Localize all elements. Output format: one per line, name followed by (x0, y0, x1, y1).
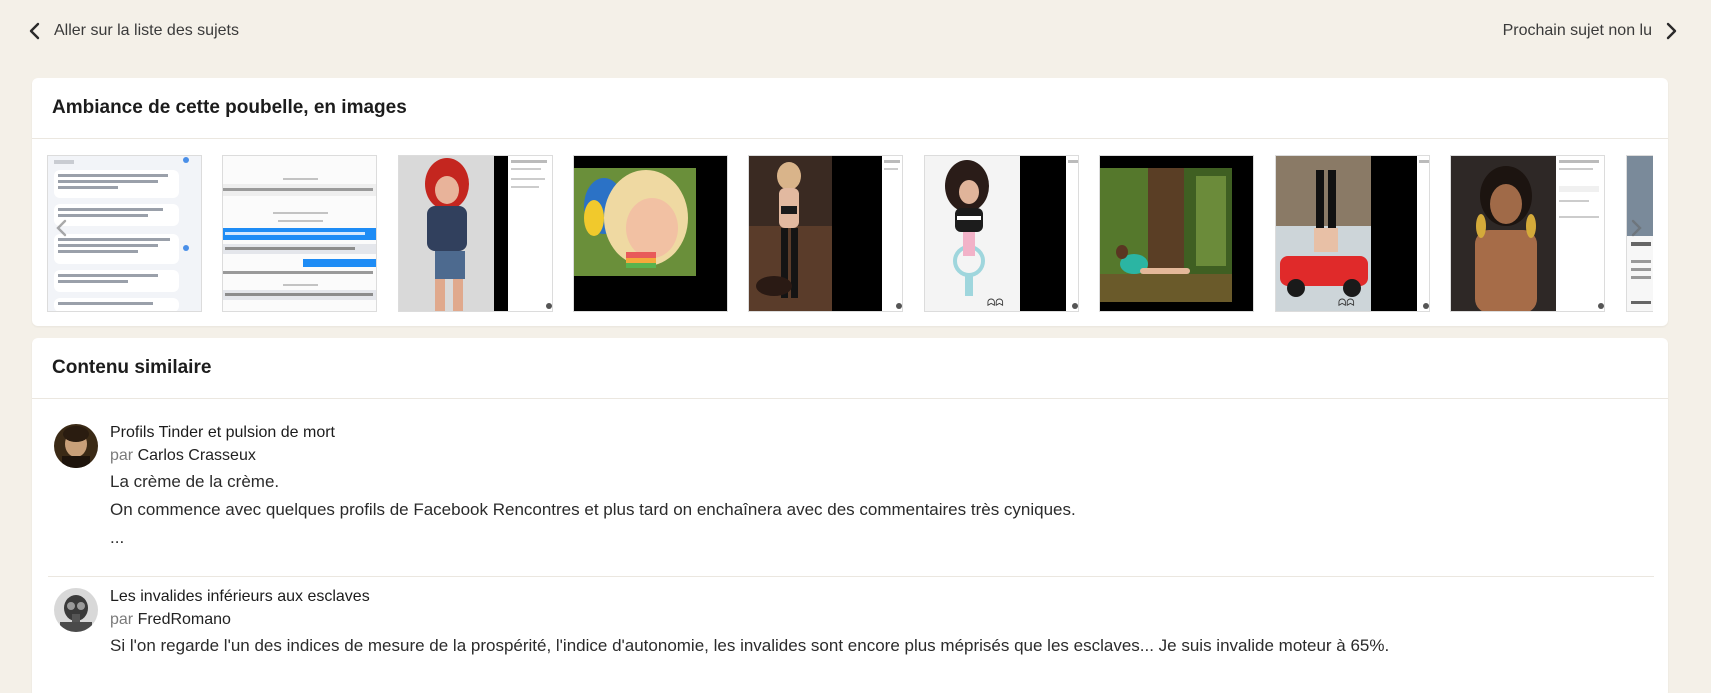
similar-title: Contenu similaire (52, 357, 212, 378)
messenger-screenshot-image (223, 156, 376, 311)
chevron-right-icon (1666, 22, 1678, 40)
similar-item-byline: par FredRomano (110, 608, 1654, 632)
excerpt-line: La crème de la crème. (110, 472, 280, 491)
gallery-strip: ᗣᗣ ᗣᗣ (47, 155, 1653, 312)
bicycle-photo-image: ᗣᗣ (925, 156, 1078, 311)
next-unread-topic-link[interactable]: Prochain sujet non lu (1503, 22, 1678, 40)
sportscar-photo-image: ᗣᗣ (1276, 156, 1429, 311)
similar-item-title[interactable]: Les invalides inférieurs aux esclaves (110, 586, 1654, 608)
gallery-header: Ambiance de cette poubelle, en images (32, 78, 1668, 139)
blonde-parrot-photo-image (574, 156, 727, 311)
excerpt-ellipsis: ... (110, 528, 125, 547)
excerpt-line: Si l'on regarde l'un des indices de mesu… (110, 636, 1390, 655)
redhead-photo-image (399, 156, 552, 311)
gallery-title: Ambiance de cette poubelle, en images (52, 97, 407, 118)
similar-content-card: Contenu similaire Profils Tinder et puls… (32, 338, 1668, 693)
excerpt-line: On commence avec quelques profils de Fac… (110, 500, 1076, 519)
gallery-next-arrow-icon[interactable] (1626, 218, 1646, 238)
avatar[interactable] (54, 588, 98, 632)
image-gallery-card: Ambiance de cette poubelle, en images ᗣᗣ… (32, 78, 1668, 326)
gallery-thumb[interactable] (398, 155, 553, 312)
next-unread-label: Prochain sujet non lu (1502, 22, 1652, 39)
gallery-thumb[interactable]: ᗣᗣ (924, 155, 1079, 312)
avatar[interactable] (54, 424, 98, 468)
similar-item-title[interactable]: Profils Tinder et pulsion de mort (110, 422, 1654, 444)
similar-item-byline: par Carlos Crasseux (110, 444, 1654, 468)
svg-text:ᗣᗣ: ᗣᗣ (987, 298, 1004, 309)
svg-text:ᗣᗣ: ᗣᗣ (1338, 298, 1355, 309)
gallery-thumb[interactable] (222, 155, 377, 312)
topic-navigation: Aller sur la liste des sujets Prochain s… (0, 0, 1711, 70)
gallery-thumb[interactable] (1450, 155, 1605, 312)
similar-header: Contenu similaire (32, 338, 1668, 399)
byline-label: par (110, 447, 134, 464)
byline-label: par (110, 611, 134, 628)
gallery-thumb[interactable] (1099, 155, 1254, 312)
author-link[interactable]: FredRomano (138, 611, 231, 628)
back-to-topics-link[interactable]: Aller sur la liste des sujets (28, 22, 239, 40)
portrait-photo-image (1451, 156, 1604, 311)
author-link[interactable]: Carlos Crasseux (138, 447, 256, 464)
gallery-thumb[interactable] (573, 155, 728, 312)
gallery-thumb[interactable]: ᗣᗣ (1275, 155, 1430, 312)
item-divider (48, 576, 1654, 577)
gallery-prev-arrow-icon[interactable] (52, 218, 72, 238)
lingerie-photo-image (749, 156, 902, 311)
gallery-thumb[interactable] (748, 155, 903, 312)
chevron-left-icon (28, 22, 40, 40)
forest-photo-image (1100, 156, 1253, 311)
back-to-topics-label: Aller sur la liste des sujets (54, 22, 239, 39)
